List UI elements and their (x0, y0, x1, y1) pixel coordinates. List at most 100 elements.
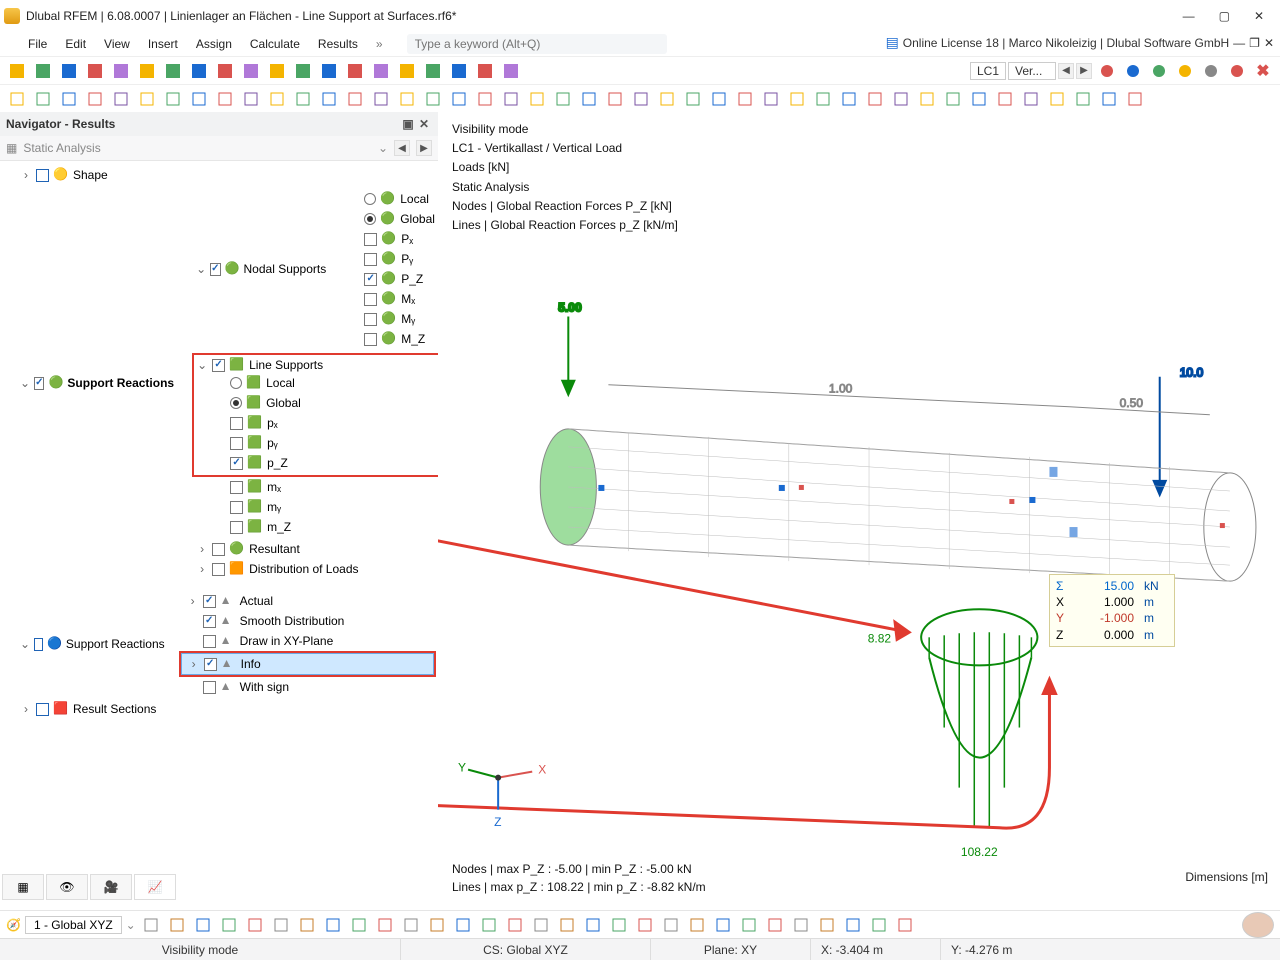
toolbar2-btn-12[interactable] (318, 88, 340, 110)
lc-prev-icon[interactable]: ◀ (1058, 63, 1074, 79)
viewport-3d[interactable]: Visibility mode LC1 - Vertikallast / Ver… (438, 112, 1280, 902)
bottom-btn-23[interactable] (738, 914, 760, 936)
cs-icon[interactable]: 🧭 (6, 918, 21, 932)
toolbar2-btn-14[interactable] (370, 88, 392, 110)
toolbar2-btn-29[interactable] (760, 88, 782, 110)
toolbar2-btn-11[interactable] (292, 88, 314, 110)
toolbar1-btn-13[interactable] (344, 60, 366, 82)
toolbar2-btn-23[interactable] (604, 88, 626, 110)
menu-assign[interactable]: Assign (196, 37, 232, 51)
bottom-btn-1[interactable] (166, 914, 188, 936)
toolbar2-btn-18[interactable] (474, 88, 496, 110)
bottom-btn-16[interactable] (556, 914, 578, 936)
nav-tab-data[interactable]: ▦ (2, 874, 44, 900)
toolbar2-btn-32[interactable] (838, 88, 860, 110)
toolbar2-btn-0[interactable] (6, 88, 28, 110)
toolbar2-btn-39[interactable] (1020, 88, 1042, 110)
bottom-btn-17[interactable] (582, 914, 604, 936)
filter-prev-icon[interactable]: ◀ (394, 140, 410, 156)
toolbar1-btn-18[interactable] (474, 60, 496, 82)
toolbar2-btn-9[interactable] (240, 88, 262, 110)
cs-combo[interactable]: 1 - Global XYZ (25, 916, 122, 934)
toolbar2-btn-17[interactable] (448, 88, 470, 110)
bottom-btn-5[interactable] (270, 914, 292, 936)
toolbar2-btn-42[interactable] (1098, 88, 1120, 110)
bottom-btn-28[interactable] (868, 914, 890, 936)
filter-next-icon[interactable]: ▶ (416, 140, 432, 156)
dropdown-icon[interactable]: ⌄ (378, 141, 388, 155)
toolbar1b-btn-0[interactable] (1096, 60, 1118, 82)
toolbar2-btn-34[interactable] (890, 88, 912, 110)
toolbar2-btn-8[interactable] (214, 88, 236, 110)
bottom-btn-7[interactable] (322, 914, 344, 936)
toolbar1-btn-0[interactable] (6, 60, 28, 82)
toolbar2-btn-38[interactable] (994, 88, 1016, 110)
panel-float-icon[interactable]: ▣ (400, 116, 416, 132)
toolbar2-btn-26[interactable] (682, 88, 704, 110)
navigator-tree[interactable]: ›🟡Shape ⌄🟢Support Reactions ⌄🟢Nodal Supp… (0, 161, 438, 872)
bottom-btn-14[interactable] (504, 914, 526, 936)
toolbar2-btn-7[interactable] (188, 88, 210, 110)
toolbar2-btn-19[interactable] (500, 88, 522, 110)
toolbar1-btn-9[interactable] (240, 60, 262, 82)
toolbar2-btn-37[interactable] (968, 88, 990, 110)
toolbar2-btn-33[interactable] (864, 88, 886, 110)
menu-file[interactable]: File (28, 37, 47, 51)
bottom-btn-26[interactable] (816, 914, 838, 936)
toolbar1-btn-1[interactable] (32, 60, 54, 82)
toolbar2-btn-41[interactable] (1072, 88, 1094, 110)
bottom-btn-10[interactable] (400, 914, 422, 936)
bottom-btn-20[interactable] (660, 914, 682, 936)
nav-tab-views[interactable]: 🎥 (90, 874, 132, 900)
toolbar2-btn-31[interactable] (812, 88, 834, 110)
toolbar2-btn-25[interactable] (656, 88, 678, 110)
toolbar1b-btn-4[interactable] (1200, 60, 1222, 82)
menu-results[interactable]: Results (318, 37, 358, 51)
bottom-btn-25[interactable] (790, 914, 812, 936)
mdi-minimize-icon[interactable]: — (1233, 36, 1245, 50)
bottom-btn-6[interactable] (296, 914, 318, 936)
window-close-icon[interactable]: ✕ (1254, 9, 1264, 23)
toolbar2-btn-21[interactable] (552, 88, 574, 110)
bottom-btn-18[interactable] (608, 914, 630, 936)
toolbar1-btn-19[interactable] (500, 60, 522, 82)
user-avatar[interactable] (1242, 912, 1274, 938)
toolbar2-btn-22[interactable] (578, 88, 600, 110)
nav-tab-display[interactable]: 👁 (46, 874, 88, 900)
toolbar2-btn-15[interactable] (396, 88, 418, 110)
toolbar1b-btn-3[interactable] (1174, 60, 1196, 82)
toolbar1-btn-17[interactable] (448, 60, 470, 82)
toolbar2-btn-40[interactable] (1046, 88, 1068, 110)
toolbar1-btn-15[interactable] (396, 60, 418, 82)
toolbar1b-btn-5[interactable] (1226, 60, 1248, 82)
bottom-btn-11[interactable] (426, 914, 448, 936)
bottom-btn-0[interactable] (140, 914, 162, 936)
close-red-icon[interactable]: ✖ (1252, 60, 1274, 82)
lc-next-icon[interactable]: ▶ (1076, 63, 1092, 79)
menu-calculate[interactable]: Calculate (250, 37, 300, 51)
navigator-filter[interactable]: ▦ Static Analysis ⌄ ◀ ▶ (0, 136, 438, 161)
loadcase-combo[interactable]: LC1 Ver... ◀ ▶ (970, 62, 1092, 80)
panel-close-icon[interactable]: ✕ (416, 116, 432, 132)
toolbar2-btn-35[interactable] (916, 88, 938, 110)
search-input[interactable] (407, 34, 667, 54)
bottom-btn-29[interactable] (894, 914, 916, 936)
mdi-restore-icon[interactable]: ❐ (1249, 36, 1260, 50)
window-minimize-icon[interactable]: — (1183, 9, 1195, 23)
toolbar2-btn-1[interactable] (32, 88, 54, 110)
toolbar2-btn-16[interactable] (422, 88, 444, 110)
menu-insert[interactable]: Insert (148, 37, 178, 51)
toolbar2-btn-27[interactable] (708, 88, 730, 110)
menu-edit[interactable]: Edit (65, 37, 86, 51)
book-icon[interactable]: ▤ (886, 34, 899, 51)
mdi-close-icon[interactable]: ✕ (1264, 36, 1274, 50)
bottom-btn-9[interactable] (374, 914, 396, 936)
toolbar1-btn-11[interactable] (292, 60, 314, 82)
toolbar1b-btn-1[interactable] (1122, 60, 1144, 82)
toolbar1-btn-8[interactable] (214, 60, 236, 82)
bottom-btn-27[interactable] (842, 914, 864, 936)
toolbar2-btn-43[interactable] (1124, 88, 1146, 110)
bottom-btn-12[interactable] (452, 914, 474, 936)
toolbar1-btn-12[interactable] (318, 60, 340, 82)
toolbar2-btn-2[interactable] (58, 88, 80, 110)
